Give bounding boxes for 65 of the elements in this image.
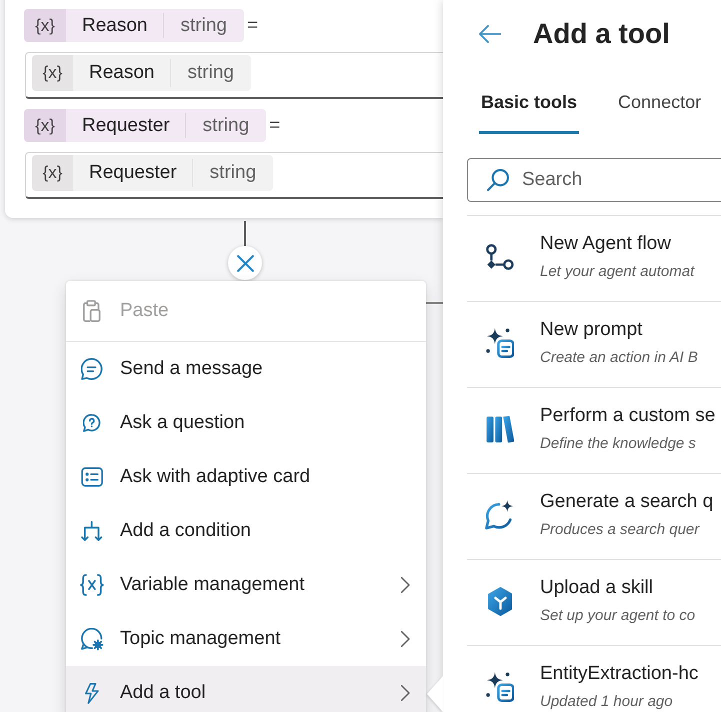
variable-icon bbox=[80, 574, 104, 596]
menu-item[interactable]: Topic management bbox=[66, 612, 426, 666]
variable-symbol: {x} bbox=[32, 55, 73, 91]
cube-icon bbox=[488, 586, 512, 616]
tool-description: Produces a search quer bbox=[540, 520, 700, 540]
tool-list-item[interactable]: New Agent flow Let your agent automat bbox=[467, 216, 721, 302]
back-arrow-icon bbox=[478, 25, 502, 43]
menu-item[interactable]: Add a tool bbox=[66, 666, 426, 712]
panel-title: Add a tool bbox=[533, 18, 670, 50]
tool-title: New Agent flow bbox=[540, 232, 671, 256]
value-field[interactable]: {x} Requester string bbox=[25, 152, 443, 199]
tab[interactable]: Basic tools bbox=[479, 84, 580, 134]
variable-name: Requester bbox=[81, 114, 171, 138]
paste-icon bbox=[83, 300, 101, 322]
tool-list-item[interactable]: Upload a skill Set up your agent to co bbox=[467, 560, 721, 646]
variable-type: string bbox=[192, 159, 274, 187]
sparkle-document-icon bbox=[486, 328, 514, 358]
tool-description: Let your agent automat bbox=[540, 262, 694, 282]
variable-symbol: {x} bbox=[32, 155, 73, 191]
tool-list-item[interactable]: New prompt Create an action in AI B bbox=[467, 302, 721, 388]
tool-description: Define the knowledge s bbox=[540, 434, 696, 454]
connector-line bbox=[244, 221, 246, 246]
message-icon bbox=[81, 358, 103, 380]
flow-icon bbox=[486, 244, 514, 270]
variable-symbol: {x} bbox=[24, 9, 66, 42]
search-icon bbox=[487, 169, 509, 191]
tool-list-item[interactable]: Perform a custom se Define the knowledge s bbox=[467, 388, 721, 474]
tool-title: Generate a search q bbox=[540, 490, 714, 514]
tool-title: Perform a custom se bbox=[540, 404, 716, 428]
menu-item[interactable]: Ask with adaptive card bbox=[66, 450, 426, 504]
menu-item[interactable]: Send a message bbox=[66, 342, 426, 396]
menu-item[interactable]: Variable management bbox=[66, 558, 426, 612]
variable-symbol: {x} bbox=[24, 109, 66, 142]
bolt-icon bbox=[85, 682, 99, 704]
equals-sign: = bbox=[246, 14, 258, 36]
chat-sparkle-icon bbox=[485, 500, 515, 530]
tool-description: Updated 1 hour ago bbox=[540, 692, 673, 712]
menu-item[interactable]: Add a condition bbox=[66, 504, 426, 558]
connector-line bbox=[426, 302, 443, 304]
sparkle-document-icon bbox=[486, 672, 514, 702]
branch-icon bbox=[81, 521, 103, 541]
value-field[interactable]: {x} Reason string bbox=[25, 52, 443, 99]
close-button[interactable] bbox=[228, 246, 262, 280]
tab[interactable]: Connector bbox=[616, 84, 704, 134]
tool-title: EntityExtraction-hc bbox=[540, 662, 698, 686]
equals-sign: = bbox=[269, 114, 280, 136]
chat-gear-icon bbox=[80, 628, 104, 650]
variable-type: string bbox=[170, 59, 251, 87]
variable-name: Reason bbox=[81, 14, 148, 38]
variable-type: string bbox=[162, 13, 244, 38]
variable-name: Reason bbox=[88, 61, 156, 85]
tool-list-item[interactable]: Generate a search q Produces a search quer bbox=[467, 474, 721, 560]
tool-description: Create an action in AI B bbox=[540, 348, 698, 368]
tool-title: New prompt bbox=[540, 318, 642, 342]
form-card-icon bbox=[80, 467, 104, 487]
close-icon bbox=[236, 254, 254, 272]
variable-type: string bbox=[184, 113, 266, 138]
variable-name: Requester bbox=[88, 161, 178, 185]
tool-list-item[interactable]: EntityExtraction-hc Updated 1 hour ago bbox=[467, 646, 721, 712]
books-icon bbox=[486, 416, 514, 442]
tool-title: Upload a skill bbox=[540, 576, 653, 600]
search-field[interactable]: Search bbox=[467, 158, 721, 202]
question-icon bbox=[83, 414, 101, 432]
menu-item[interactable]: Ask a question bbox=[66, 396, 426, 450]
tool-description: Set up your agent to co bbox=[540, 606, 696, 626]
